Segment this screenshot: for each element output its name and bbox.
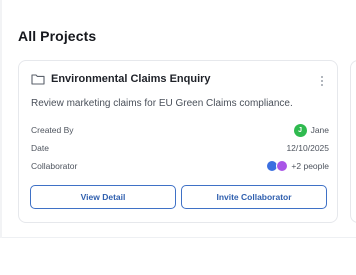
project-description: Review marketing claims for EU Green Cla… xyxy=(31,98,293,109)
invite-collaborator-button[interactable]: Invite Collaborator xyxy=(181,185,327,209)
date-value: 12/10/2025 xyxy=(286,143,329,153)
project-card[interactable]: Environmental Claims Enquiry Review mark… xyxy=(18,60,338,223)
collaborator-count: +2 people xyxy=(291,161,329,171)
project-title[interactable]: Environmental Claims Enquiry xyxy=(51,73,211,85)
section-title: All Projects xyxy=(18,28,97,44)
collaborator-label: Collaborator xyxy=(31,161,78,171)
created-by-row: Created By J Jane xyxy=(31,123,329,137)
date-label: Date xyxy=(31,143,49,153)
project-card-header: Environmental Claims Enquiry xyxy=(31,73,327,89)
collaborator-group: +2 people xyxy=(266,159,329,173)
collaborator-row: Collaborator +2 people xyxy=(31,159,329,173)
next-project-card[interactable] xyxy=(350,60,356,223)
created-by-label: Created By xyxy=(31,125,74,135)
projects-panel: All Projects Environmental Claims Enquir… xyxy=(0,0,356,238)
created-by-name: Jane xyxy=(310,125,329,135)
view-detail-button[interactable]: View Detail xyxy=(30,185,176,209)
created-by-user: J Jane xyxy=(293,123,329,137)
avatar: J xyxy=(293,123,307,137)
collaborator-avatar xyxy=(276,160,289,172)
date-row: Date 12/10/2025 xyxy=(31,141,329,155)
folder-icon xyxy=(31,74,45,85)
panel-divider xyxy=(0,0,2,238)
collaborator-avatars xyxy=(266,160,289,172)
more-vertical-icon[interactable] xyxy=(317,74,327,88)
